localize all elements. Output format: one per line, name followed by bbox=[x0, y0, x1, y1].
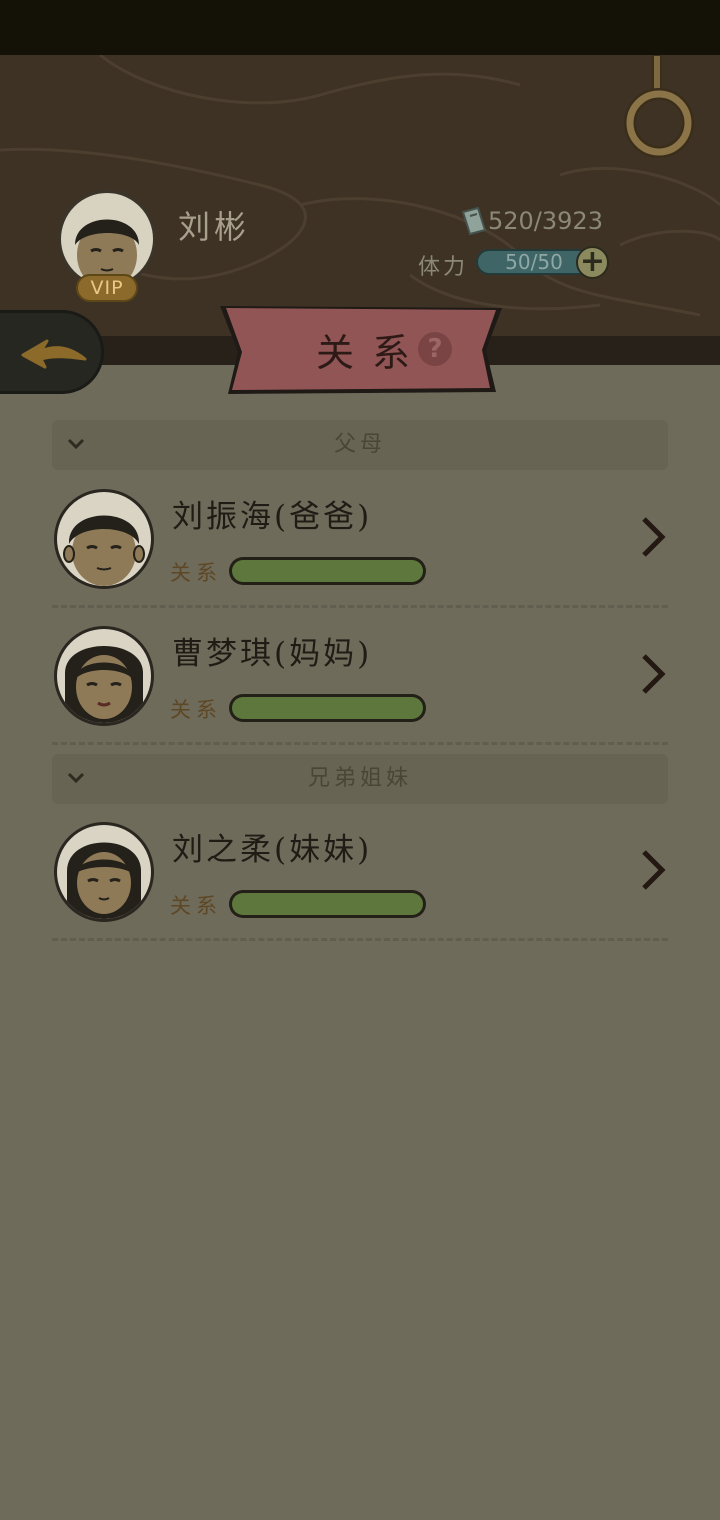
relation-label: 关系 bbox=[170, 894, 222, 918]
stamina-value: 50/50 bbox=[505, 250, 563, 274]
section-header-parents[interactable]: 父母 bbox=[52, 420, 668, 470]
member-name: 刘之柔(妹妹) bbox=[172, 832, 373, 868]
relation-fill bbox=[232, 893, 423, 915]
avatar bbox=[54, 822, 154, 922]
help-icon[interactable]: ? bbox=[418, 332, 452, 366]
relation-label: 关系 bbox=[170, 561, 222, 585]
relation-bar bbox=[229, 890, 426, 918]
add-stamina-button[interactable]: + bbox=[576, 246, 609, 279]
ticket-icon bbox=[461, 206, 487, 236]
relation-bar bbox=[229, 557, 426, 585]
stamina-label: 体力 bbox=[418, 255, 469, 280]
money-counter: 520/3923 bbox=[488, 207, 603, 235]
back-button[interactable] bbox=[0, 310, 104, 394]
relation-fill bbox=[232, 697, 423, 719]
chevron-right-icon bbox=[642, 850, 666, 890]
list-item[interactable]: 刘振海(爸爸) 关系 bbox=[52, 489, 668, 625]
list-item[interactable]: 刘之柔(妹妹) 关系 bbox=[52, 822, 668, 958]
row-divider bbox=[52, 605, 668, 608]
section-title: 父母 bbox=[333, 432, 386, 457]
player-name: 刘彬 bbox=[178, 208, 251, 246]
ring-icon[interactable] bbox=[622, 54, 696, 159]
section-title: 兄弟姐妹 bbox=[307, 766, 412, 791]
avatar bbox=[54, 489, 154, 589]
member-name: 刘振海(爸爸) bbox=[172, 499, 373, 535]
vip-badge: VIP bbox=[76, 274, 138, 302]
relation-label: 关系 bbox=[170, 698, 222, 722]
stamina-bar: 50/50 bbox=[476, 249, 592, 275]
back-arrow-icon bbox=[21, 339, 87, 369]
row-divider bbox=[52, 742, 668, 745]
member-name: 曹梦琪(妈妈) bbox=[172, 636, 373, 672]
list-item[interactable]: 曹梦琪(妈妈) 关系 bbox=[52, 626, 668, 762]
relation-fill bbox=[232, 560, 423, 582]
relation-bar bbox=[229, 694, 426, 722]
status-bar bbox=[0, 0, 720, 55]
section-header-siblings[interactable]: 兄弟姐妹 bbox=[52, 754, 668, 804]
row-divider bbox=[52, 938, 668, 941]
chevron-right-icon bbox=[642, 654, 666, 694]
page-title: 关系 bbox=[316, 331, 429, 375]
avatar bbox=[54, 626, 154, 726]
chevron-right-icon bbox=[642, 517, 666, 557]
